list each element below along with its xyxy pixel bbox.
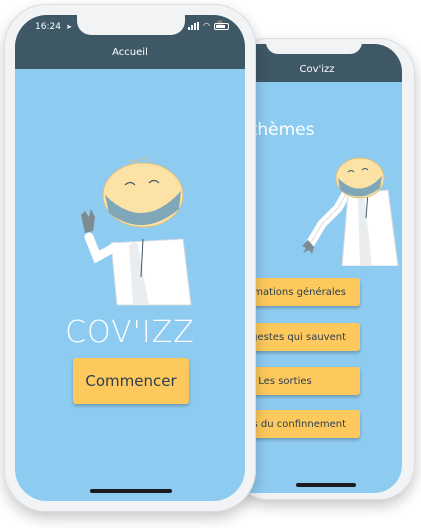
notch	[77, 15, 223, 35]
home-screen: 16:24 ➤ ◠ Accueil COV'IZZ Commencer	[15, 15, 245, 501]
status-time: 16:24	[35, 22, 61, 32]
doctor-illustration	[302, 157, 399, 266]
phone-front: 16:24 ➤ ◠ Accueil COV'IZZ Commencer	[4, 4, 256, 512]
status-bar: 16:24 ➤ ◠	[15, 15, 245, 37]
location-arrow-icon: ➤	[66, 23, 72, 31]
notch	[266, 44, 362, 54]
wifi-icon: ◠	[203, 21, 210, 30]
phone-back: Cov'izz es thèmes ormations générales s …	[216, 38, 415, 500]
doctor-illustration	[81, 157, 192, 306]
home-indicator	[296, 483, 356, 487]
battery-icon	[214, 22, 229, 30]
signal-icon	[188, 22, 200, 30]
home-header-title: Accueil	[112, 47, 148, 58]
app-brand: COV'IZZ	[65, 315, 195, 350]
start-button[interactable]: Commencer	[73, 358, 189, 404]
themes-header-title: Cov'izz	[299, 64, 335, 75]
home-indicator	[90, 489, 172, 493]
home-header: 16:24 ➤ ◠ Accueil	[15, 15, 245, 69]
